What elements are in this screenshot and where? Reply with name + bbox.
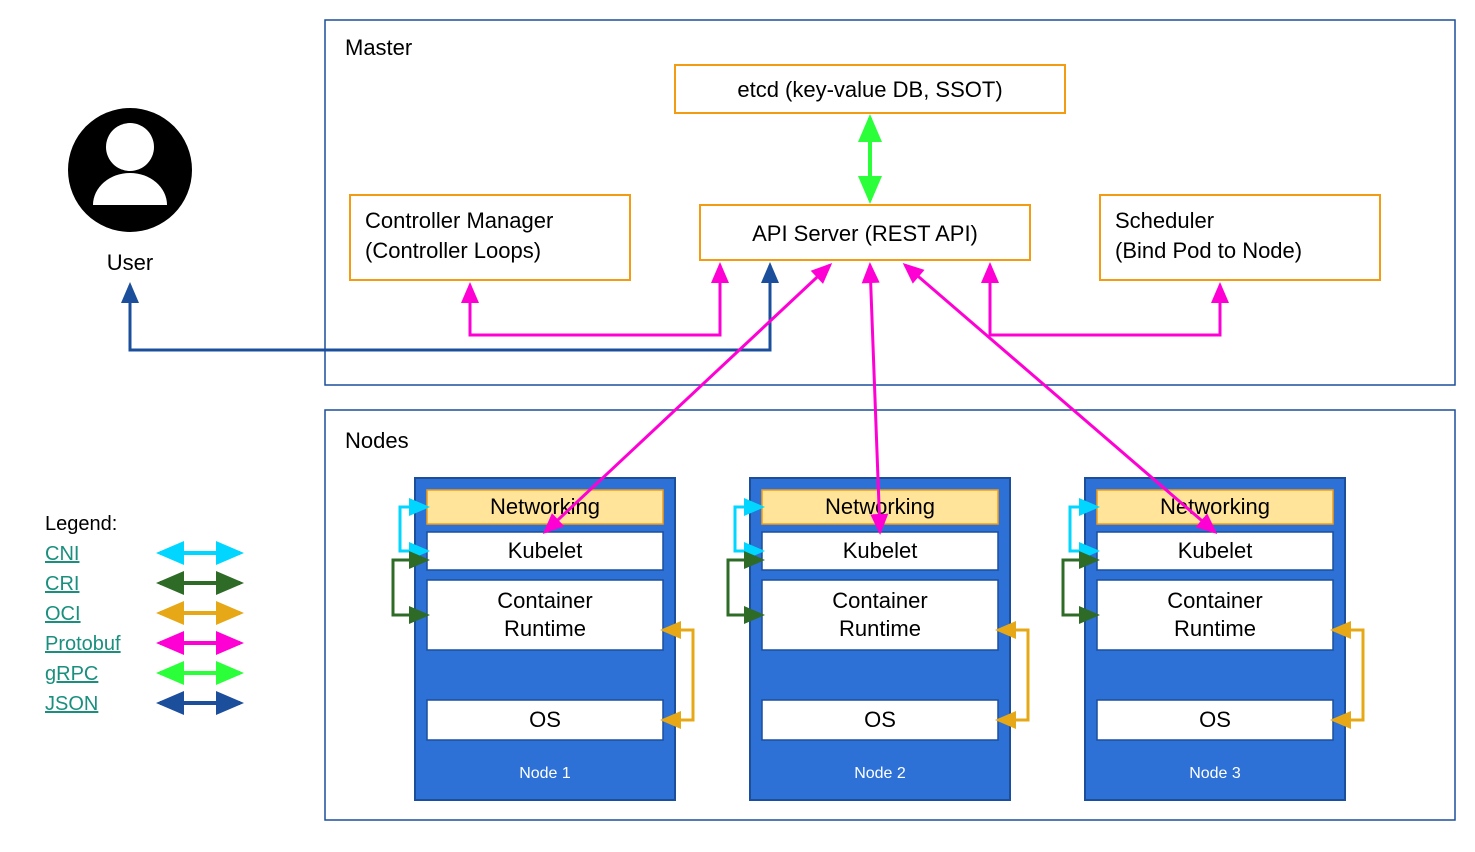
- master-title: Master: [345, 35, 412, 60]
- controller-line2: (Controller Loops): [365, 238, 541, 263]
- legend-link[interactable]: OCI: [45, 603, 81, 625]
- node-runtime-line2: Runtime: [839, 616, 921, 641]
- controller-line1: Controller Manager: [365, 208, 553, 233]
- node-name: Node 1: [519, 765, 571, 782]
- node-name: Node 3: [1189, 765, 1241, 782]
- node-os-label: OS: [1199, 707, 1231, 732]
- node-runtime-line2: Runtime: [1174, 616, 1256, 641]
- node-runtime-line2: Runtime: [504, 616, 586, 641]
- node-runtime-line1: Container: [832, 588, 927, 613]
- scheduler-line2: (Bind Pod to Node): [1115, 238, 1302, 263]
- node-os-label: OS: [864, 707, 896, 732]
- legend-link[interactable]: CRI: [45, 573, 79, 595]
- node-name: Node 2: [854, 765, 906, 782]
- nodes-title: Nodes: [345, 428, 409, 453]
- node-runtime-line1: Container: [1167, 588, 1262, 613]
- scheduler-line1: Scheduler: [1115, 208, 1214, 233]
- legend-link[interactable]: CNI: [45, 543, 79, 565]
- node-runtime-line1: Container: [497, 588, 592, 613]
- node-os-label: OS: [529, 707, 561, 732]
- user-label: User: [107, 250, 153, 275]
- node-kubelet-label: Kubelet: [1178, 538, 1253, 563]
- legend-link[interactable]: JSON: [45, 693, 98, 715]
- node-kubelet-label: Kubelet: [508, 538, 583, 563]
- architecture-diagram: User Master etcd (key-value DB, SSOT) Contr…: [0, 0, 1475, 852]
- legend-title: Legend:: [45, 513, 117, 535]
- node-kubelet-label: Kubelet: [843, 538, 918, 563]
- api-server-label: API Server (REST API): [752, 221, 978, 246]
- etcd-label: etcd (key-value DB, SSOT): [737, 77, 1002, 102]
- legend-link[interactable]: gRPC: [45, 663, 98, 685]
- legend-link[interactable]: Protobuf: [45, 633, 121, 655]
